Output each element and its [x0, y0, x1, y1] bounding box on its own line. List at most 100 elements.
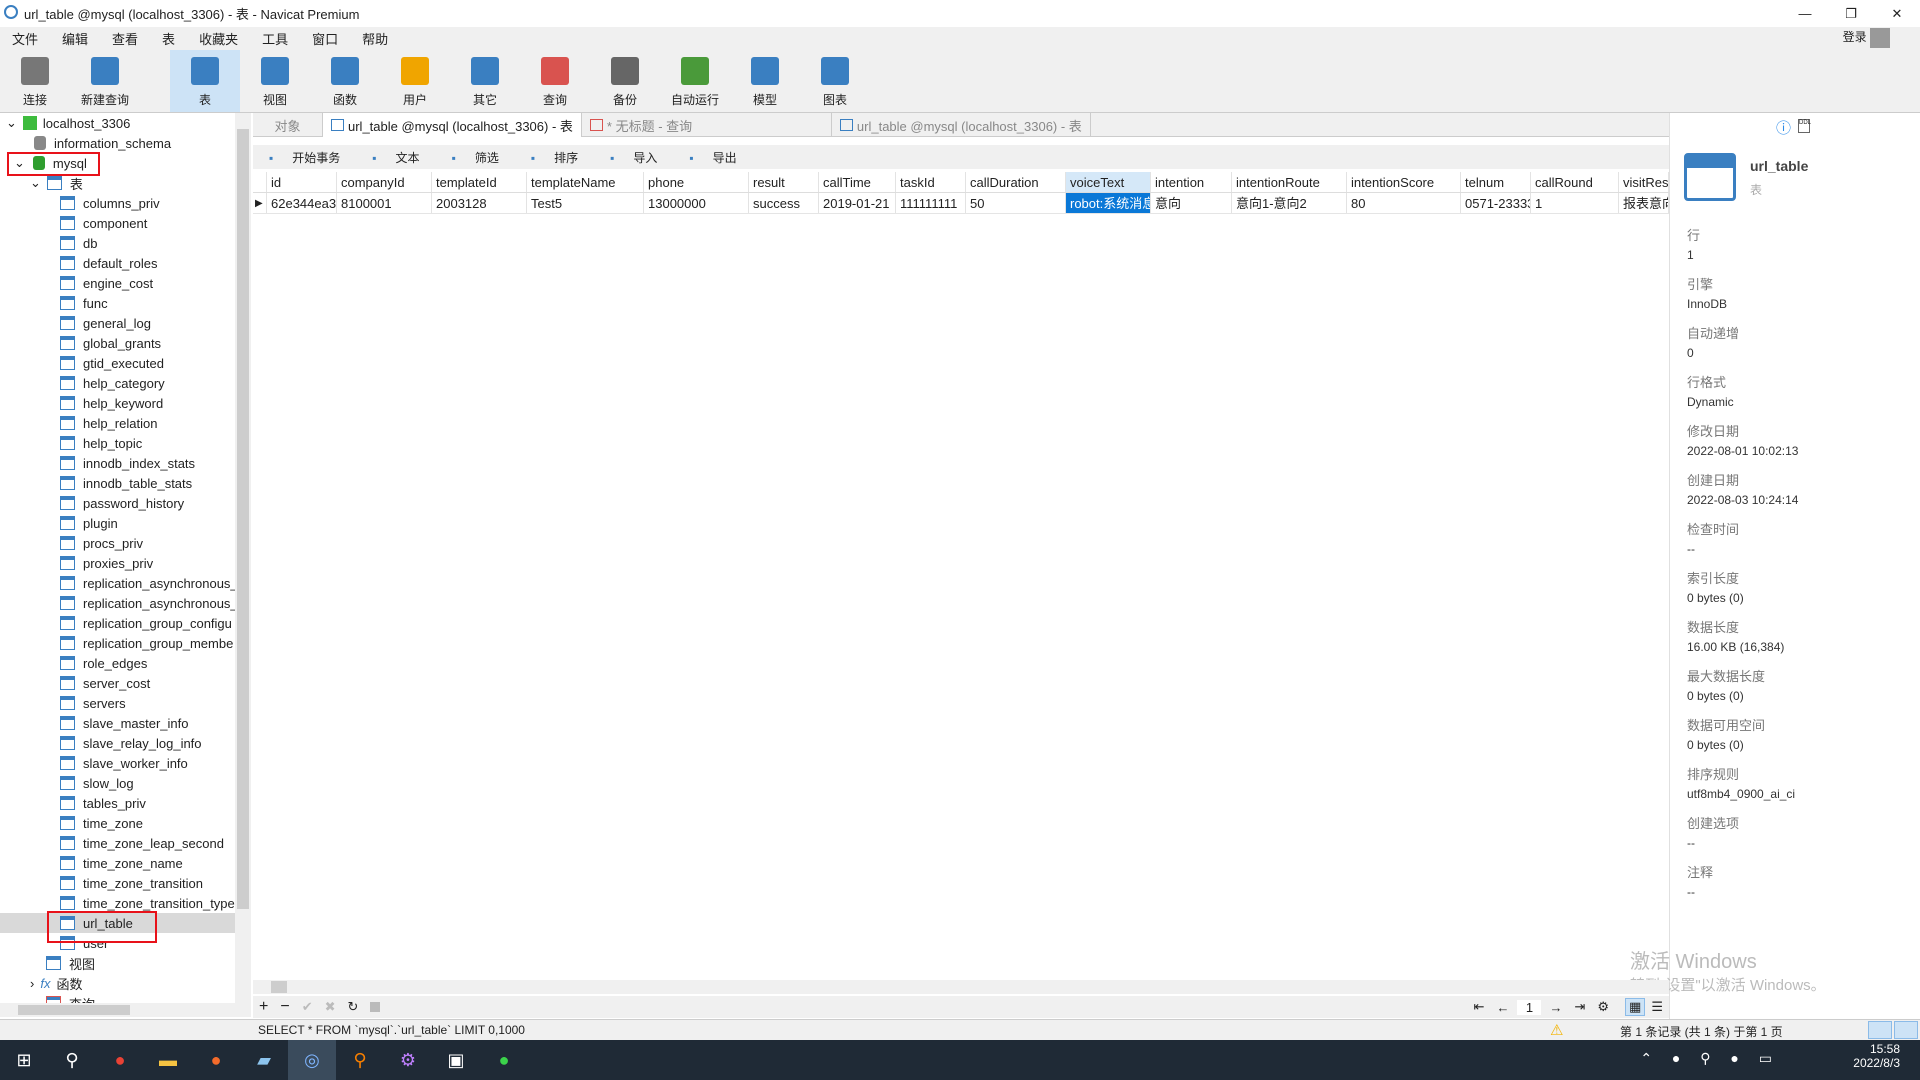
restore-button[interactable]: ❐	[1828, 0, 1874, 27]
menu-item[interactable]: 编辑	[50, 29, 100, 48]
table-cell[interactable]: 2019-01-21	[819, 193, 896, 213]
notepad-icon[interactable]: ▰	[240, 1040, 288, 1080]
toolbar-button[interactable]: 新建查询	[70, 50, 140, 112]
tree-table-item[interactable]: replication_group_membe	[0, 633, 250, 653]
column-header[interactable]: voiceText	[1066, 172, 1151, 192]
tree-table-item[interactable]: general_log	[0, 313, 250, 333]
tree-table-item[interactable]: innodb_index_stats	[0, 453, 250, 473]
prev-page-button[interactable]: ←	[1496, 1000, 1509, 1015]
tree-table-item[interactable]: slave_worker_info	[0, 753, 250, 773]
tree-table-item[interactable]: proxies_priv	[0, 553, 250, 573]
table-cell[interactable]: robot:系统消息	[1066, 193, 1151, 213]
tree-table-item[interactable]: time_zone_leap_second	[0, 833, 250, 853]
right-panel-toggle[interactable]	[1894, 1021, 1918, 1039]
table-cell[interactable]: 1	[1531, 193, 1619, 213]
wechat-icon[interactable]: ●	[480, 1040, 528, 1080]
column-header[interactable]: templateId	[432, 172, 527, 192]
tree-table-item[interactable]: time_zone_name	[0, 853, 250, 873]
chevron-right-icon[interactable]: ›	[30, 976, 34, 991]
tree-table-item[interactable]: replication_group_configu	[0, 613, 250, 633]
table-cell[interactable]: 50	[966, 193, 1066, 213]
grid-tool-button[interactable]: ▪ 文本	[356, 149, 435, 166]
table-cell[interactable]: 意向	[1151, 193, 1232, 213]
menu-item[interactable]: 查看	[100, 29, 150, 48]
clock[interactable]: 15:58 2022/8/3	[1853, 1042, 1900, 1070]
tree-table-item[interactable]: slow_log	[0, 773, 250, 793]
tab[interactable]: url_table @mysql (localhost_3306) - 表	[832, 113, 1091, 137]
grid-view-button[interactable]: ▦	[1625, 998, 1646, 1016]
column-header[interactable]: result	[749, 172, 819, 192]
tree-hscrollbar[interactable]	[0, 1003, 251, 1017]
refresh-button[interactable]: ↻	[348, 999, 359, 1015]
search-icon[interactable]: ⚲	[48, 1040, 96, 1080]
menu-item[interactable]: 帮助	[350, 29, 400, 48]
toolbar-button[interactable]: 备份	[590, 50, 660, 112]
tree-table-item[interactable]: global_grants	[0, 333, 250, 353]
warning-icon[interactable]: ⚠	[1550, 1021, 1563, 1039]
toolbar-button[interactable]: 表	[170, 50, 240, 112]
tree-functions-folder[interactable]: › fx 函数	[0, 973, 250, 993]
tree-table-item[interactable]: engine_cost	[0, 273, 250, 293]
grid-hscrollbar[interactable]	[253, 980, 1669, 994]
column-header[interactable]: telnum	[1461, 172, 1531, 192]
table-cell[interactable]: 62e344ea3(	[267, 193, 337, 213]
column-header[interactable]: intention	[1151, 172, 1232, 192]
tree-table-item[interactable]: replication_asynchronous_	[0, 593, 250, 613]
page-input[interactable]: 1	[1517, 999, 1542, 1015]
info-icon[interactable]: ⓘ	[1776, 117, 1791, 138]
tree-table-item[interactable]: component	[0, 213, 250, 233]
file-explorer-icon[interactable]: ▬	[144, 1040, 192, 1080]
tree-table-item[interactable]: gtid_executed	[0, 353, 250, 373]
menu-item[interactable]: 表	[150, 29, 187, 48]
system-tray[interactable]: ⌃ ● ⚲ ● ▭	[1640, 1050, 1780, 1067]
tree-table-item[interactable]: help_category	[0, 373, 250, 393]
tree-table-item[interactable]: procs_priv	[0, 533, 250, 553]
toolbar-button[interactable]: 查询	[520, 50, 590, 112]
chevron-down-icon[interactable]: ⌄	[30, 175, 41, 191]
first-page-button[interactable]: ⇤	[1474, 999, 1485, 1015]
last-page-button[interactable]: ⇥	[1574, 999, 1585, 1015]
tree-table-item[interactable]: server_cost	[0, 673, 250, 693]
tree-table-item[interactable]: time_zone	[0, 813, 250, 833]
table-cell[interactable]: Test5	[527, 193, 644, 213]
tab[interactable]: url_table @mysql (localhost_3306) - 表	[323, 113, 582, 137]
grid-tool-button[interactable]: ▪ 导入	[594, 149, 673, 166]
column-header[interactable]: callTime	[819, 172, 896, 192]
settings-gear-icon[interactable]: ⚙	[1597, 999, 1609, 1015]
grid-tool-button[interactable]: ▪ 排序	[515, 149, 594, 166]
tree-table-item[interactable]: innodb_table_stats	[0, 473, 250, 493]
tree-scrollbar[interactable]	[235, 113, 251, 1003]
left-panel-toggle[interactable]	[1868, 1021, 1892, 1039]
next-page-button[interactable]: →	[1549, 1000, 1562, 1015]
tree-queries-folder[interactable]: 查询	[0, 993, 250, 1003]
tree-tables-folder[interactable]: ⌄ 表	[0, 173, 250, 193]
table-cell[interactable]: 意向1-意向2	[1232, 193, 1347, 213]
tree-views-folder[interactable]: 视图	[0, 953, 250, 973]
column-header[interactable]: callDuration	[966, 172, 1066, 192]
tree-table-item[interactable]: time_zone_transition_type	[0, 893, 250, 913]
column-header[interactable]: id	[267, 172, 337, 192]
postman-icon[interactable]: ●	[192, 1040, 240, 1080]
grid-tool-button[interactable]: ▪ 导出	[673, 149, 752, 166]
terminal-icon[interactable]: ▣	[432, 1040, 480, 1080]
close-button[interactable]: ✕	[1874, 0, 1920, 27]
grid-tool-button[interactable]: ▪ 开始事务	[253, 149, 356, 166]
stop-button[interactable]	[370, 1002, 381, 1012]
tree-table-item[interactable]: default_roles	[0, 253, 250, 273]
tree-table-item[interactable]: help_topic	[0, 433, 250, 453]
table-cell[interactable]: 80	[1347, 193, 1461, 213]
menu-item[interactable]: 收藏夹	[187, 29, 250, 48]
minimize-button[interactable]: —	[1782, 0, 1828, 27]
column-header[interactable]: companyId	[337, 172, 432, 192]
grid-tool-button[interactable]: ▪ 筛选	[436, 149, 515, 166]
delete-record-button[interactable]: −	[280, 998, 289, 1016]
tree-connection[interactable]: ⌄ localhost_3306	[0, 113, 250, 133]
column-header[interactable]: visitResu	[1619, 172, 1669, 192]
ddl-icon[interactable]: DDL	[1798, 119, 1811, 133]
table-cell[interactable]: 报表意向	[1619, 193, 1669, 213]
toolbar-button[interactable]: 其它	[450, 50, 520, 112]
column-header[interactable]: callRound	[1531, 172, 1619, 192]
tree-table-item[interactable]: func	[0, 293, 250, 313]
tree-schema[interactable]: information_schema	[0, 133, 250, 153]
form-view-button[interactable]: ☰	[1651, 999, 1663, 1015]
